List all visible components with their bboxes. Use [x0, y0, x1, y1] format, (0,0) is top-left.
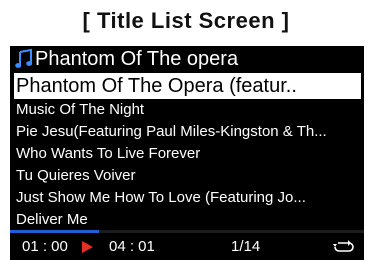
track-list: Music Of The Night Pie Jesu(Featuring Pa… [10, 99, 364, 231]
track-item[interactable]: Just Show Me How To Love (Featuring Jo..… [10, 187, 364, 209]
total-time: 04 : 01 [109, 238, 155, 255]
elapsed-time: 01 : 00 [22, 238, 68, 255]
music-note-icon [15, 48, 33, 68]
selected-track[interactable]: Phantom Of The Opera (featur.. [14, 73, 361, 99]
page: [ Title List Screen ] Phantom Of The ope… [0, 0, 372, 260]
track-item[interactable]: Music Of The Night [10, 99, 364, 121]
track-item[interactable]: Pie Jesu(Featuring Paul Miles-Kingston &… [10, 121, 364, 143]
play-icon [82, 241, 93, 253]
track-item[interactable]: Deliver Me [10, 209, 364, 231]
status-bar: 01 : 00 04 : 01 1/14 [10, 233, 364, 260]
track-item[interactable]: Tu Quieres Voiver [10, 165, 364, 187]
track-index: 1/14 [231, 238, 261, 255]
album-title: Phantom Of The opera [35, 48, 239, 70]
album-header: Phantom Of The opera [10, 46, 364, 72]
player-screen: Phantom Of The opera Phantom Of The Oper… [10, 46, 364, 260]
screen-caption: [ Title List Screen ] [82, 8, 290, 33]
track-item[interactable]: Who Wants To Live Forever [10, 143, 364, 165]
repeat-icon [333, 240, 354, 252]
